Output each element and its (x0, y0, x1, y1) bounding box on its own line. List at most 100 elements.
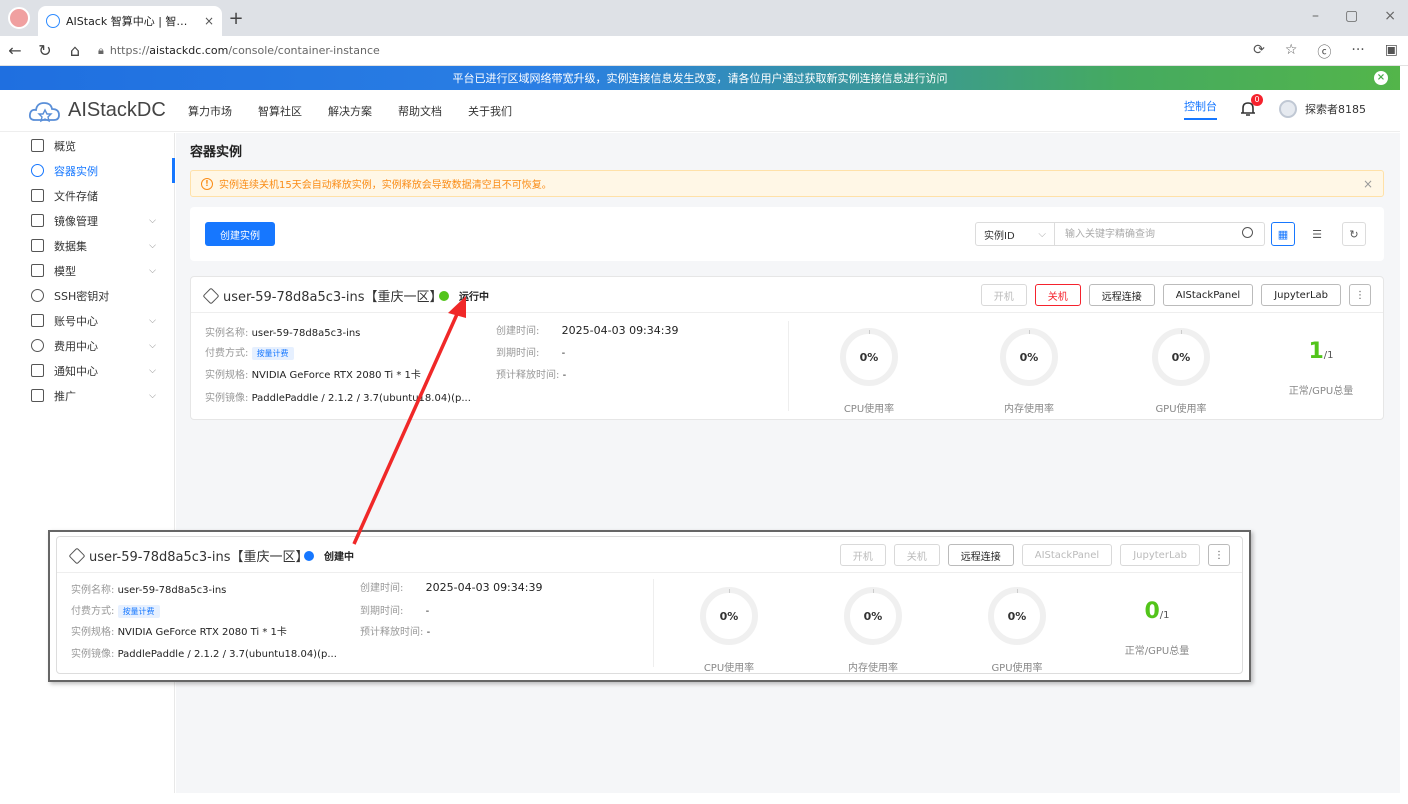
logo-text: AIStackDC (68, 99, 166, 121)
instance-card: user-59-78d8a5c3-ins【重庆一区】 运行中 开机 关机 远程连… (190, 276, 1384, 420)
notification-badge: 0 (1251, 94, 1263, 106)
minimize-icon[interactable]: – (1312, 8, 1319, 24)
tab-title: AIStack 智算中心 | 智算随心、服务 (66, 15, 198, 28)
nav-community[interactable]: 智算社区 (258, 103, 302, 119)
new-tab-button[interactable]: + (222, 8, 250, 29)
stop-button[interactable]: 关机 (1034, 284, 1081, 306)
copilot-icon[interactable]: ⓒ (1317, 42, 1331, 62)
sidebar-item-promotion[interactable]: 推广 ⌵ (0, 383, 174, 408)
user-menu[interactable]: 探索者8185 (1279, 100, 1366, 118)
camera-icon (31, 214, 44, 227)
stop-button[interactable]: 关机 (893, 544, 940, 566)
grid-icon (31, 139, 44, 152)
avatar (1279, 100, 1297, 118)
aistackpanel-button[interactable]: AIStackPanel (1162, 284, 1254, 306)
home-icon[interactable]: ⌂ (60, 41, 90, 60)
memory-usage-metric: 0% 内存使用率 (823, 587, 923, 674)
sidebar-toggle-icon[interactable]: ▣ (1385, 42, 1398, 62)
zoomed-instance-card: user-59-78d8a5c3-ins【重庆一区】 创建中 开机 关机 远程连… (48, 530, 1251, 682)
status-dot (439, 290, 449, 301)
browser-tab-bar: AIStack 智算中心 | 智算随心、服务 × + – ▢ × (0, 0, 1408, 36)
nav-solutions[interactable]: 解决方案 (328, 103, 372, 119)
info-billing: 付费方式: 按量计费 (71, 602, 160, 618)
logo[interactable]: AIStackDC (28, 98, 188, 124)
nav-compute-market[interactable]: 算力市场 (188, 103, 232, 119)
chevron-down-icon: ⌵ (149, 215, 156, 226)
tab-close-icon[interactable]: × (204, 14, 214, 28)
instance-card: user-59-78d8a5c3-ins【重庆一区】 创建中 开机 关机 远程连… (56, 536, 1243, 674)
sidebar-item-models[interactable]: 模型 ⌵ (0, 258, 174, 283)
filter-field-select[interactable]: 实例ID ⌵ (975, 222, 1055, 246)
info-billing: 付费方式: 按量计费 (205, 344, 294, 360)
console-link[interactable]: 控制台 (1184, 98, 1217, 120)
nav-about[interactable]: 关于我们 (468, 103, 512, 119)
url-field[interactable]: 🔒︎ https://aistackdc.com/console/contain… (98, 44, 380, 58)
browser-tab[interactable]: AIStack 智算中心 | 智算随心、服务 × (38, 6, 222, 36)
container-icon (31, 164, 44, 177)
remote-connect-button[interactable]: 远程连接 (947, 544, 1014, 566)
search-input[interactable] (1055, 222, 1265, 246)
info-release: 预计释放时间: - (360, 627, 431, 638)
remote-connect-button[interactable]: 远程连接 (1088, 284, 1155, 306)
sidebar-item-file-storage[interactable]: 文件存储 (0, 183, 174, 208)
layers-icon (202, 287, 220, 304)
cpu-usage-metric: 0% CPU使用率 (819, 328, 919, 415)
chevron-down-icon: ⌵ (149, 365, 156, 376)
announcement-close-icon[interactable]: × (1374, 71, 1388, 85)
sidebar-item-overview[interactable]: 概览 (0, 133, 174, 158)
gpu-count-metric: 1/1 正常/GPU总量 (1288, 339, 1354, 397)
cloud-logo-icon (28, 101, 60, 122)
back-icon[interactable]: ← (0, 41, 30, 60)
start-button[interactable]: 开机 (980, 284, 1027, 306)
maximize-icon[interactable]: ▢ (1345, 8, 1358, 24)
user-icon (31, 314, 44, 327)
main-content: 容器实例 ! 实例连续关机15天会自动释放实例，实例释放会导致数据清空且不可恢复… (176, 133, 1400, 793)
search-icon[interactable] (1242, 227, 1253, 238)
cpu-usage-metric: 0% CPU使用率 (679, 587, 779, 674)
warning-close-icon[interactable]: × (1363, 177, 1373, 191)
list-view-button[interactable]: ☰ (1305, 222, 1329, 246)
sidebar-item-image-management[interactable]: 镜像管理 ⌵ (0, 208, 174, 233)
profile-icon[interactable] (0, 0, 38, 36)
info-image: 实例镜像: PaddlePaddle / 2.1.2 / 3.7(ubuntu1… (71, 649, 337, 660)
status-badge: 创建中 (304, 548, 354, 563)
instance-name: user-59-78d8a5c3-ins【重庆一区】 (223, 290, 443, 305)
info-image: 实例镜像: PaddlePaddle / 2.1.2 / 3.7(ubuntu1… (205, 393, 471, 404)
gift-icon (31, 389, 44, 402)
info-expire: 到期时间: - (496, 348, 566, 359)
toolbar: 创建实例 实例ID⌵ ▦ ☰ ↻ (190, 207, 1384, 261)
nav-docs[interactable]: 帮助文档 (398, 103, 442, 119)
sidebar-item-datasets[interactable]: 数据集 ⌵ (0, 233, 174, 258)
sidebar-item-notifications[interactable]: 通知中心 ⌵ (0, 358, 174, 383)
chevron-down-icon: ⌵ (149, 315, 156, 326)
more-actions-button[interactable]: ⋮ (1208, 544, 1230, 566)
sidebar-item-account[interactable]: 账号中心 ⌵ (0, 308, 174, 333)
status-dot (304, 550, 314, 561)
notification-bell-icon[interactable]: 0 (1239, 94, 1263, 118)
more-actions-button[interactable]: ⋮ (1349, 284, 1371, 306)
start-button[interactable]: 开机 (839, 544, 886, 566)
sidebar-item-billing[interactable]: 费用中心 ⌵ (0, 333, 174, 358)
status-badge: 运行中 (439, 288, 489, 303)
browser-menu-icon[interactable]: ··· (1351, 42, 1364, 62)
refresh-button[interactable]: ↻ (1342, 222, 1366, 246)
chevron-down-icon: ⌵ (149, 390, 156, 401)
favorite-star-icon[interactable]: ☆ (1285, 42, 1298, 62)
translate-icon[interactable]: ⟳ (1253, 42, 1265, 62)
info-spec: 实例规格: NVIDIA GeForce RTX 2080 Ti * 1卡 (205, 370, 421, 381)
announcement-text: 平台已进行区域网络带宽升级，实例连接信息发生改变，请各位用户通过获取新实例连接信… (452, 72, 948, 85)
reload-icon[interactable]: ↻ (30, 41, 60, 60)
gpu-usage-metric: 0% GPU使用率 (1131, 328, 1231, 415)
create-instance-button[interactable]: 创建实例 (205, 222, 275, 246)
warning-alert: ! 实例连续关机15天会自动释放实例，实例释放会导致数据清空且不可恢复。 × (190, 170, 1384, 197)
window-close-icon[interactable]: × (1384, 8, 1396, 24)
jupyterlab-button[interactable]: JupyterLab (1261, 284, 1341, 306)
sidebar-item-container-instance[interactable]: 容器实例 (0, 158, 175, 183)
warning-text: 实例连续关机15天会自动释放实例，实例释放会导致数据清空且不可恢复。 (219, 180, 552, 191)
jupyterlab-button[interactable]: JupyterLab (1120, 544, 1200, 566)
sidebar: 概览 容器实例 文件存储 镜像管理 ⌵ 数据集 ⌵ 模型 ⌵ SSH密钥对 账号中心 ⌵… (0, 133, 175, 793)
sidebar-item-ssh-keys[interactable]: SSH密钥对 (0, 283, 174, 308)
card-view-button[interactable]: ▦ (1271, 222, 1295, 246)
memory-usage-metric: 0% 内存使用率 (979, 328, 1079, 415)
aistackpanel-button[interactable]: AIStackPanel (1021, 544, 1113, 566)
